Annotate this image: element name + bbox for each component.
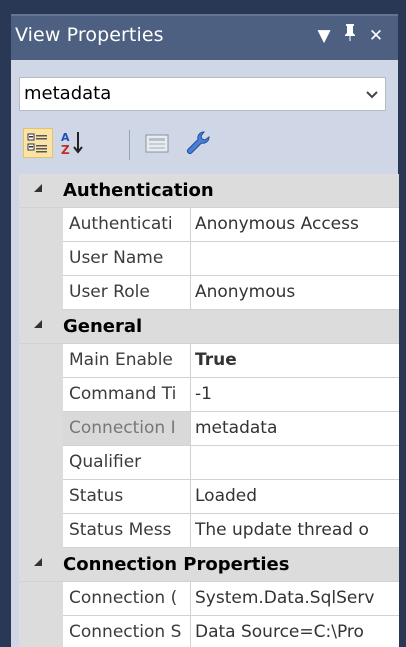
- property-value[interactable]: Anonymous Access: [195, 214, 395, 234]
- property-name: Authenticati: [69, 214, 173, 234]
- category-row[interactable]: Authentication: [19, 174, 399, 208]
- column-divider[interactable]: [190, 446, 191, 480]
- column-divider[interactable]: [190, 514, 191, 548]
- chevron-down-icon[interactable]: [363, 85, 381, 103]
- property-grid: Authentication Authenticati Anonymous Ac…: [19, 174, 399, 647]
- category-row[interactable]: Connection Properties: [19, 548, 399, 582]
- property-row[interactable]: User Name: [19, 242, 399, 276]
- pin-glyph-icon: [345, 24, 355, 41]
- category-label: Connection Properties: [63, 554, 290, 575]
- property-value[interactable]: Data Source=C:\Pro: [195, 622, 395, 642]
- property-name: User Name: [69, 248, 164, 268]
- column-divider[interactable]: [190, 412, 191, 446]
- row-gutter: [19, 276, 63, 310]
- column-divider[interactable]: [190, 582, 191, 616]
- category-label: Authentication: [63, 180, 214, 201]
- category-label: General: [63, 316, 143, 337]
- alphabetical-sort-icon: A Z: [61, 131, 83, 157]
- column-divider[interactable]: [190, 616, 191, 647]
- collapse-triangle-icon[interactable]: [33, 319, 43, 329]
- property-name: Qualifier: [69, 452, 142, 472]
- row-gutter: [19, 378, 63, 412]
- row-gutter: [19, 344, 63, 378]
- property-pages-icon: [145, 134, 169, 153]
- property-row-selected[interactable]: Connection I metadata: [19, 412, 399, 446]
- properties-window: View Properties ▼ ✕ metadata A Z Authent…: [0, 0, 406, 647]
- property-value[interactable]: Loaded: [195, 486, 395, 506]
- title-bar[interactable]: View Properties ▼ ✕: [11, 14, 398, 60]
- panel-body: metadata A Z Authentication Authenticati…: [11, 60, 399, 647]
- property-row[interactable]: Main Enable True: [19, 344, 399, 378]
- property-name: Command Ti: [69, 384, 177, 404]
- property-name: Main Enable: [69, 350, 173, 370]
- row-gutter: [19, 242, 63, 276]
- property-name: Connection (: [69, 588, 178, 608]
- row-gutter: [19, 616, 63, 647]
- category-row[interactable]: General: [19, 310, 399, 344]
- wrench-button[interactable]: [183, 128, 213, 158]
- property-value[interactable]: -1: [195, 384, 395, 404]
- property-row[interactable]: Connection ( System.Data.SqlServ: [19, 582, 399, 616]
- pin-icon[interactable]: [339, 22, 361, 50]
- row-gutter: [19, 582, 63, 616]
- row-gutter: [19, 412, 63, 446]
- svg-text:Z: Z: [61, 143, 70, 157]
- property-row[interactable]: User Role Anonymous: [19, 276, 399, 310]
- property-row[interactable]: Command Ti -1: [19, 378, 399, 412]
- property-name: User Role: [69, 282, 150, 302]
- window-title: View Properties: [15, 24, 164, 46]
- column-divider[interactable]: [190, 208, 191, 242]
- row-gutter: [19, 208, 63, 242]
- property-name: Status: [69, 486, 124, 506]
- property-value[interactable]: The update thread o: [195, 520, 395, 540]
- column-divider[interactable]: [190, 344, 191, 378]
- collapse-triangle-icon[interactable]: [33, 557, 43, 567]
- property-value[interactable]: Anonymous: [195, 282, 395, 302]
- row-gutter: [19, 446, 63, 480]
- column-divider[interactable]: [190, 378, 191, 412]
- window-position-dropdown-icon[interactable]: ▼: [313, 22, 335, 50]
- property-row[interactable]: Connection S Data Source=C:\Pro: [19, 616, 399, 647]
- categorized-view-button[interactable]: [23, 128, 53, 158]
- column-divider[interactable]: [190, 480, 191, 514]
- object-selector-value: metadata: [24, 83, 112, 104]
- property-name: Status Mess: [69, 520, 172, 540]
- close-icon[interactable]: ✕: [365, 22, 387, 50]
- property-value[interactable]: metadata: [195, 418, 395, 438]
- wrench-icon: [187, 131, 210, 154]
- column-divider[interactable]: [190, 276, 191, 310]
- object-selector[interactable]: metadata: [19, 77, 386, 111]
- toolbar-separator: [129, 130, 130, 160]
- property-row[interactable]: Qualifier: [19, 446, 399, 480]
- alphabetical-sort-button[interactable]: A Z: [59, 128, 89, 158]
- column-divider[interactable]: [190, 242, 191, 276]
- property-value[interactable]: System.Data.SqlServ: [195, 588, 395, 608]
- property-row[interactable]: Status Loaded: [19, 480, 399, 514]
- property-row[interactable]: Authenticati Anonymous Access: [19, 208, 399, 242]
- collapse-triangle-icon[interactable]: [33, 183, 43, 193]
- row-gutter: [19, 480, 63, 514]
- property-name: Connection S: [69, 622, 182, 642]
- grid-toolbar: A Z: [19, 122, 389, 166]
- property-value[interactable]: True: [195, 350, 395, 370]
- property-row[interactable]: Status Mess The update thread o: [19, 514, 399, 548]
- property-pages-button[interactable]: [143, 128, 173, 158]
- property-name: Connection I: [63, 412, 190, 445]
- categorized-view-icon: [27, 133, 47, 153]
- row-gutter: [19, 514, 63, 548]
